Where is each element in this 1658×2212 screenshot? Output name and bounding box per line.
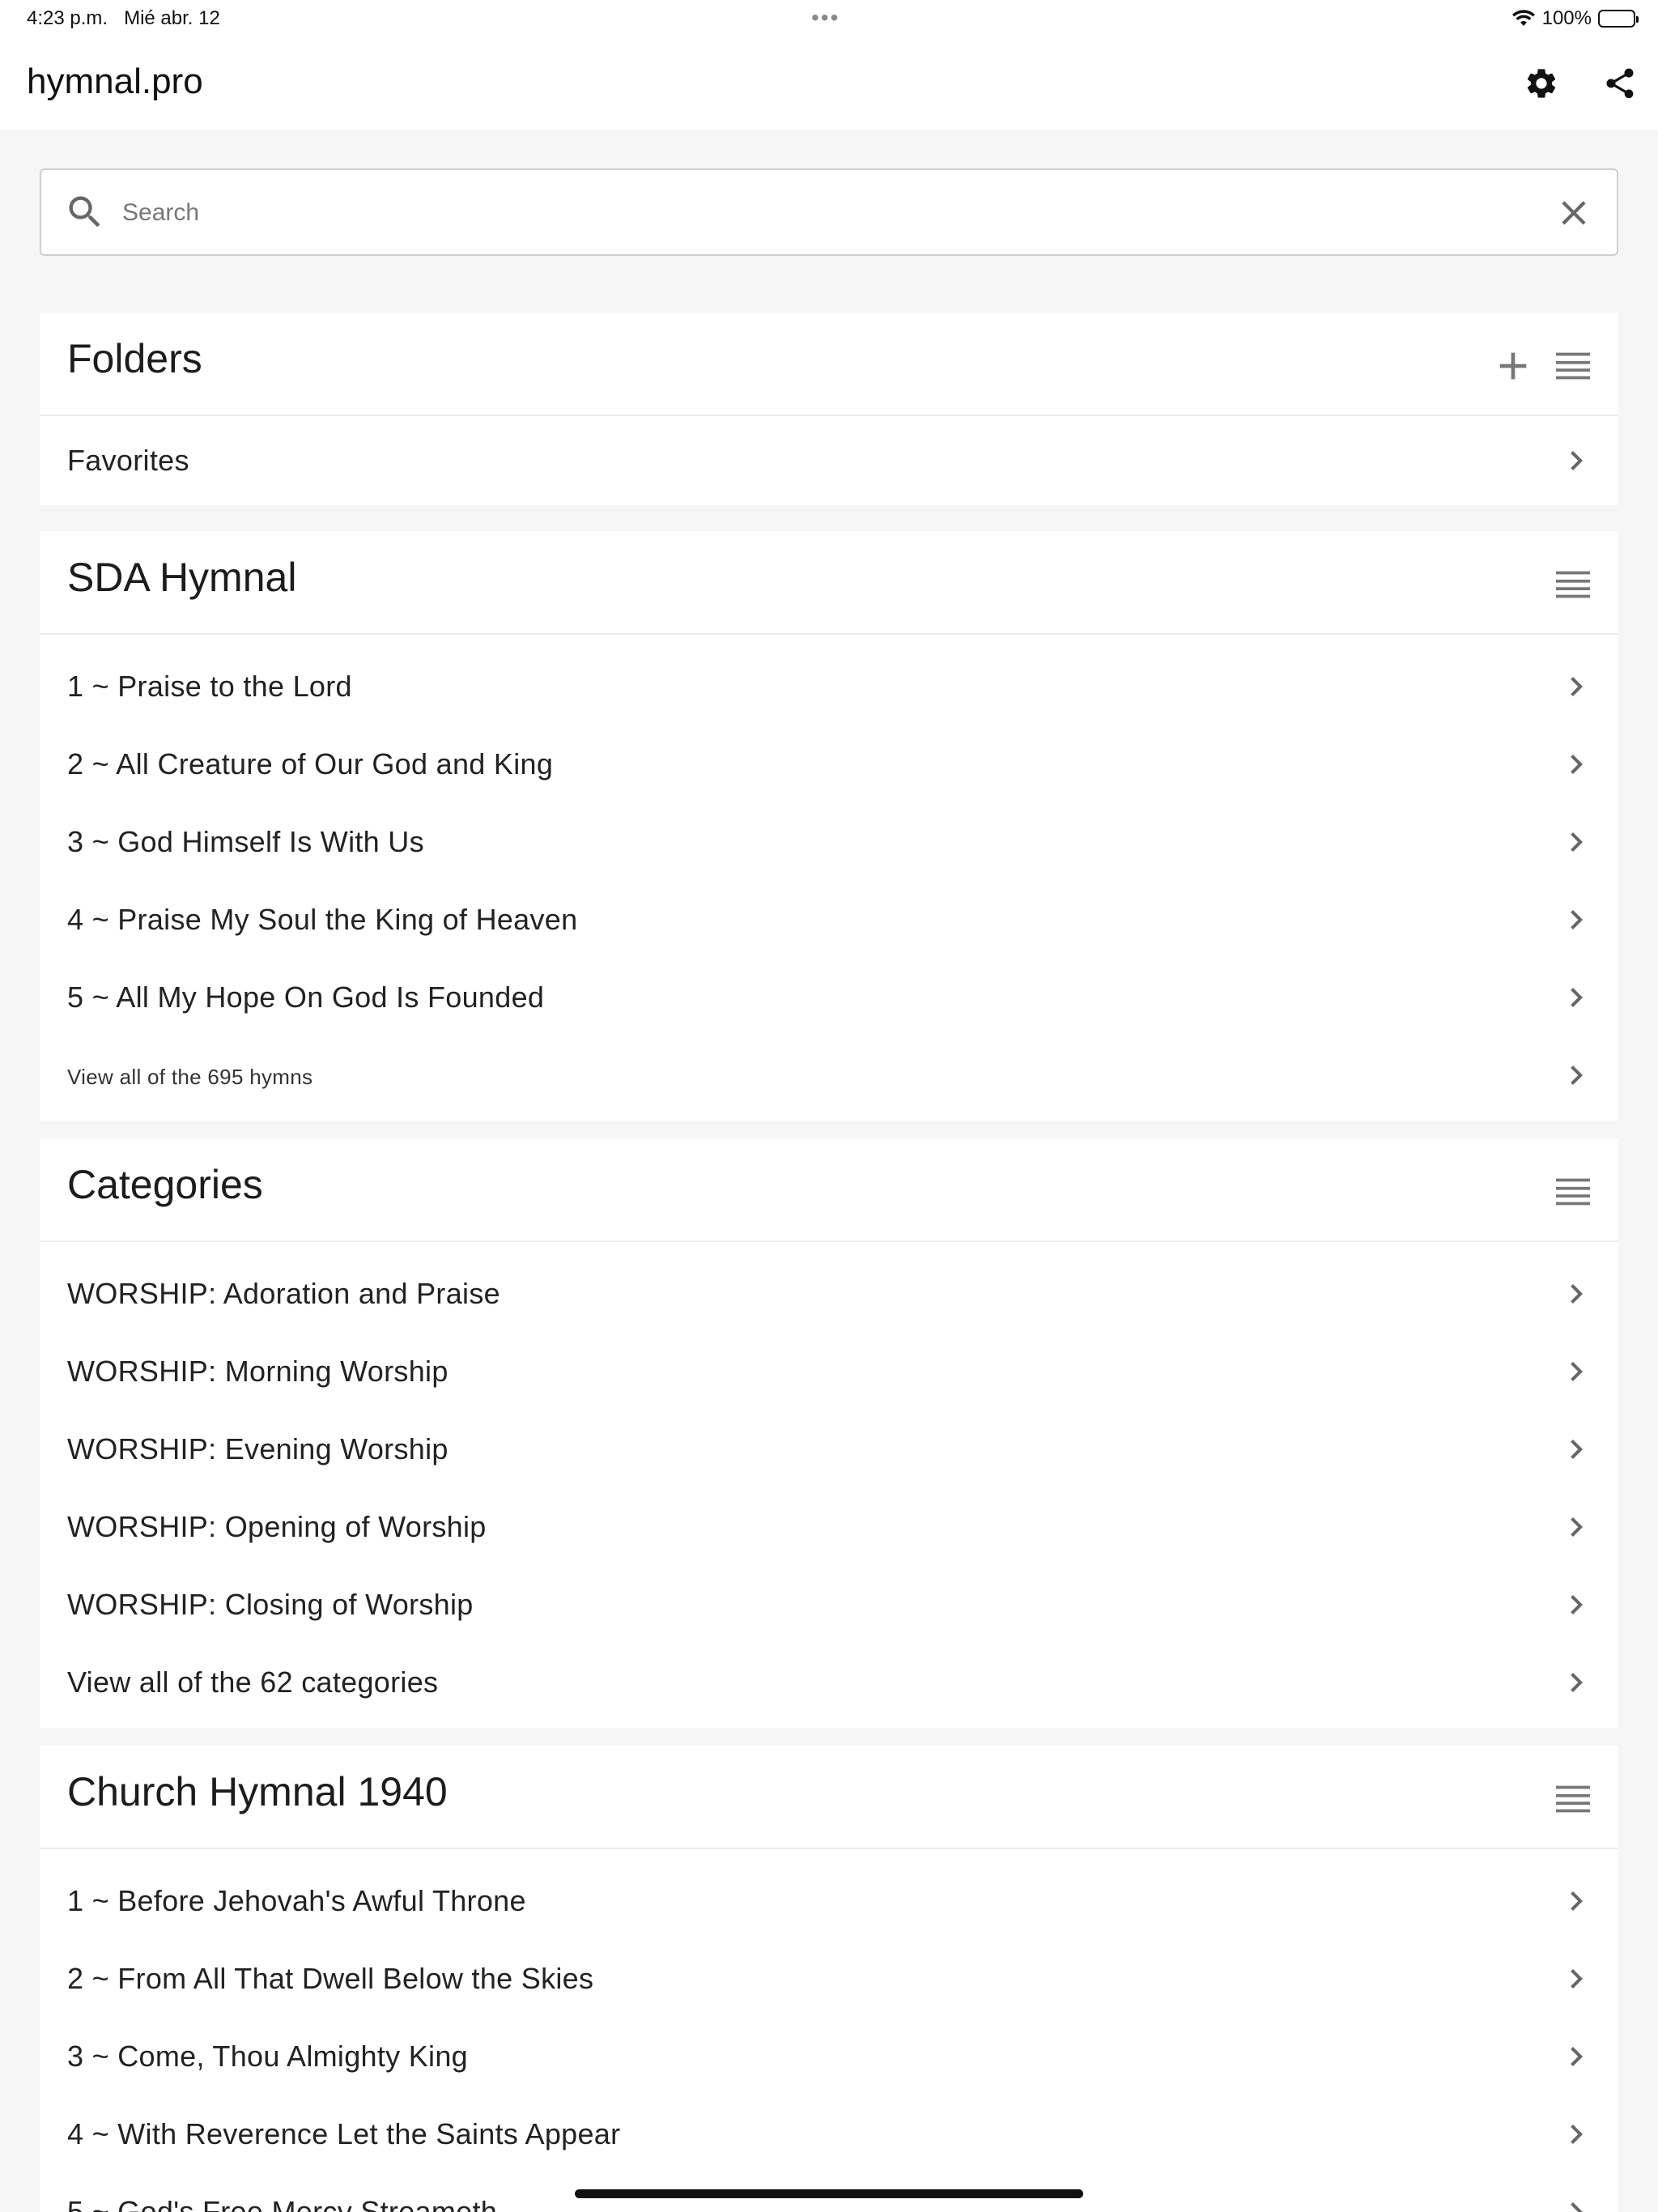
status-time: 4:23 p.m. Mié abr. 12: [27, 7, 220, 29]
search-icon: [69, 196, 100, 228]
chevron-right-icon: [1571, 755, 1583, 774]
category-row[interactable]: WORSHIP: Adoration and Praise: [40, 1255, 1618, 1333]
chevron-right-icon: [1571, 1066, 1583, 1085]
view-all-hymns-label: View all of the 695 hymns: [67, 1065, 313, 1089]
hymn-title: 4 ~ Praise My Soul the King of Heaven: [67, 903, 578, 936]
chevron-right-icon: [1571, 1284, 1583, 1304]
reorder-icon[interactable]: [1550, 1776, 1596, 1822]
hymn-row[interactable]: 3 ~ God Himself Is With Us: [40, 803, 1618, 881]
category-title: WORSHIP: Evening Worship: [67, 1432, 449, 1465]
sda-hymnal-card: SDA Hymnal 1 ~ Praise to the Lord 2 ~ Al…: [40, 531, 1618, 1121]
hymn-title: 5 ~ God's Free Mercy Streameth: [67, 2195, 498, 2212]
reorder-icon[interactable]: [1550, 562, 1596, 607]
category-title: WORSHIP: Opening of Worship: [67, 1510, 487, 1543]
chevron-right-icon: [1571, 910, 1583, 929]
settings-button[interactable]: [1518, 60, 1565, 107]
church-hymnal-card: Church Hymnal 1940 1 ~ Before Jehovah's …: [40, 1746, 1618, 2212]
hymn-row[interactable]: 4 ~ Praise My Soul the King of Heaven: [40, 881, 1618, 959]
chevron-right-icon: [1571, 1595, 1583, 1614]
app-bar: hymnal.pro: [0, 39, 1658, 130]
home-indicator[interactable]: [575, 2189, 1083, 2198]
search-box: [40, 168, 1618, 256]
status-right: 100%: [1511, 7, 1639, 30]
reorder-icon[interactable]: [1550, 343, 1596, 389]
view-all-hymns-link[interactable]: View all of the 695 hymns: [40, 1036, 1618, 1114]
hymn-row[interactable]: 3 ~ Come, Thou Almighty King: [40, 2018, 1618, 2095]
category-title: WORSHIP: Closing of Worship: [67, 1588, 474, 1621]
hymn-row[interactable]: 1 ~ Praise to the Lord: [40, 648, 1618, 725]
clear-search-icon[interactable]: [1554, 193, 1594, 233]
chevron-right-icon: [1571, 1673, 1583, 1692]
categories-card: Categories WORSHIP: Adoration and Praise…: [40, 1138, 1618, 1728]
chevron-right-icon: [1571, 832, 1583, 852]
chevron-right-icon: [1571, 677, 1583, 696]
category-row[interactable]: WORSHIP: Closing of Worship: [40, 1566, 1618, 1644]
hymn-title: 2 ~ From All That Dwell Below the Skies: [67, 1962, 594, 1995]
status-date: Mié abr. 12: [124, 7, 220, 29]
chevron-right-icon: [1571, 2047, 1583, 2066]
folders-card: Folders Favorites: [40, 313, 1618, 505]
app-title: hymnal.pro: [27, 62, 203, 101]
category-row[interactable]: WORSHIP: Morning Worship: [40, 1333, 1618, 1410]
categories-title: Categories: [67, 1162, 263, 1207]
folders-header: Folders: [40, 313, 1618, 416]
chevron-right-icon: [1571, 2125, 1583, 2144]
sda-hymnal-header: SDA Hymnal: [40, 531, 1618, 635]
hymn-row[interactable]: 2 ~ From All That Dwell Below the Skies: [40, 1940, 1618, 2018]
multitasking-dots-icon[interactable]: •••: [811, 5, 840, 31]
hymn-title: 1 ~ Before Jehovah's Awful Throne: [67, 1884, 526, 1917]
list-item-favorites[interactable]: Favorites: [40, 416, 1618, 505]
category-row[interactable]: WORSHIP: Opening of Worship: [40, 1488, 1618, 1566]
hymn-row[interactable]: 4 ~ With Reverence Let the Saints Appear: [40, 2095, 1618, 2173]
add-folder-icon[interactable]: [1490, 343, 1536, 389]
hymn-title: 2 ~ All Creature of Our God and King: [67, 747, 554, 781]
category-title: WORSHIP: Adoration and Praise: [67, 1277, 500, 1310]
battery-percent: 100%: [1541, 7, 1592, 29]
chevron-right-icon: [1571, 451, 1583, 470]
gear-icon: [1527, 69, 1556, 98]
list-item-label: Favorites: [67, 444, 189, 477]
chevron-right-icon: [1571, 1362, 1583, 1381]
status-bar: 4:23 p.m. Mié abr. 12 ••• 100%: [0, 0, 1658, 39]
hymn-row[interactable]: 2 ~ All Creature of Our God and King: [40, 725, 1618, 803]
folders-title: Folders: [67, 336, 202, 381]
category-title: WORSHIP: Morning Worship: [67, 1355, 449, 1388]
chevron-right-icon: [1571, 1517, 1583, 1537]
chevron-right-icon: [1571, 2202, 1583, 2212]
chevron-right-icon: [1571, 1440, 1583, 1459]
hymn-title: 1 ~ Praise to the Lord: [67, 670, 352, 703]
search-input[interactable]: [121, 188, 1549, 238]
chevron-right-icon: [1571, 988, 1583, 1007]
church-hymnal-title: Church Hymnal 1940: [67, 1769, 448, 1814]
hymn-title: 3 ~ God Himself Is With Us: [67, 825, 424, 858]
hymn-row[interactable]: 1 ~ Before Jehovah's Awful Throne: [40, 1862, 1618, 1940]
hymn-title: 4 ~ With Reverence Let the Saints Appear: [67, 2117, 621, 2150]
wifi-icon: [1511, 10, 1535, 26]
chevron-right-icon: [1571, 1891, 1583, 1911]
categories-header: Categories: [40, 1138, 1618, 1242]
view-all-categories-link[interactable]: View all of the 62 categories: [40, 1644, 1618, 1721]
hymn-title: 3 ~ Come, Thou Almighty King: [67, 2040, 468, 2073]
share-icon: [1606, 68, 1634, 99]
hymn-row[interactable]: 5 ~ All My Hope On God Is Founded: [40, 959, 1618, 1036]
share-button[interactable]: [1596, 60, 1643, 107]
reorder-icon[interactable]: [1550, 1169, 1596, 1214]
church-hymnal-header: Church Hymnal 1940: [40, 1746, 1618, 1849]
category-row[interactable]: WORSHIP: Evening Worship: [40, 1410, 1618, 1488]
battery-icon: [1598, 10, 1639, 28]
sda-hymnal-title: SDA Hymnal: [67, 555, 297, 600]
hymn-title: 5 ~ All My Hope On God Is Founded: [67, 981, 545, 1014]
view-all-categories-label: View all of the 62 categories: [67, 1665, 439, 1699]
chevron-right-icon: [1571, 1969, 1583, 1989]
